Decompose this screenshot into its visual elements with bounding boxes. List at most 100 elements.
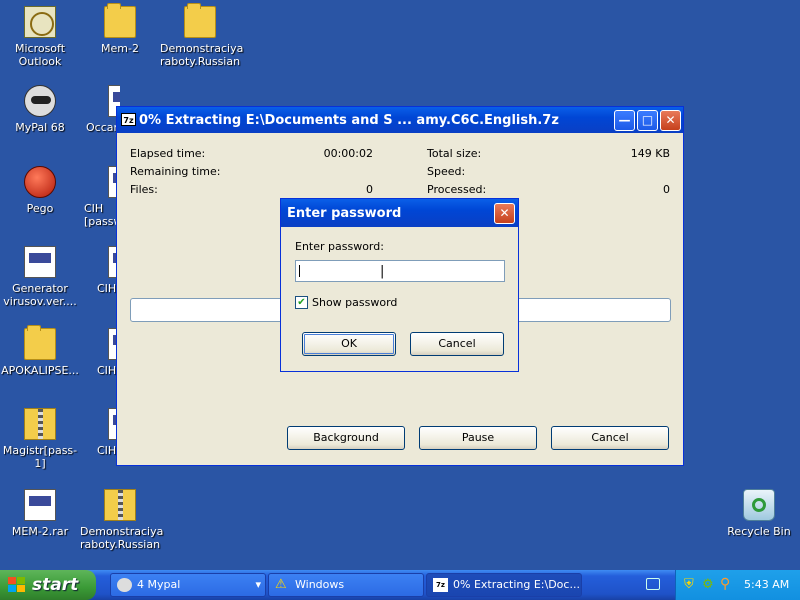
desktop-icon-label: Recycle Bin	[727, 525, 791, 538]
remaining-time-label: Remaining time:	[130, 165, 221, 178]
total-size-label: Total size:	[427, 147, 482, 160]
maximize-icon: □	[641, 113, 654, 127]
password-input[interactable]: |	[295, 260, 505, 282]
taskbar-item-label: 0% Extracting E:\Doc...	[453, 578, 580, 591]
elapsed-time-label: Elapsed time:	[130, 147, 206, 160]
password-dialog: Enter password ✕ Enter password: | ✔ Sho…	[280, 198, 519, 372]
close-button[interactable]: ✕	[660, 110, 681, 131]
desktop: Microsoft Outlook Mem-2 Demonstraciya ra…	[0, 0, 800, 570]
desktop-icon-label: Microsoft Outlook	[14, 42, 66, 68]
ok-button[interactable]: OK	[302, 332, 396, 356]
windows-flag-icon	[8, 577, 26, 593]
keyboard-icon[interactable]	[646, 578, 660, 590]
start-button[interactable]: start	[0, 570, 96, 600]
mypal-raccoon-icon	[24, 85, 56, 117]
desktop-icon-label: Magistr[pass-1]	[2, 444, 78, 470]
taskbar-item-label: Windows	[295, 578, 345, 591]
window-title: 0% Extracting E:\Documents and S ... amy…	[139, 113, 559, 128]
pego-icon	[24, 166, 56, 198]
background-button[interactable]: Background	[287, 426, 405, 450]
recycle-bin-icon	[743, 489, 775, 521]
checkmark-icon: ✔	[297, 297, 306, 308]
show-password-checkbox[interactable]: ✔	[295, 296, 308, 309]
desktop-icon-label: CIH	[97, 444, 117, 457]
password-prompt-label: Enter password:	[295, 240, 384, 253]
desktop-icon-label: Demonstraciya raboty.Russian	[80, 525, 164, 551]
desktop-icon-apokalipse[interactable]: APOKALIPSE...	[0, 325, 80, 377]
speed-label: Speed:	[427, 165, 466, 178]
zip-folder-icon	[24, 408, 56, 440]
close-icon: ✕	[499, 206, 510, 220]
desktop-icon-cih-pass[interactable]: CIH [passw	[80, 166, 118, 228]
desktop-icon-recycle-bin[interactable]: Recycle Bin	[719, 489, 799, 538]
dialog-cancel-button[interactable]: Cancel	[410, 332, 504, 356]
desktop-icon-magistr[interactable]: Magistr[pass-1]	[0, 408, 80, 470]
pause-button[interactable]: Pause	[419, 426, 537, 450]
security-shield-icon[interactable]: ⛨	[684, 577, 694, 592]
search-icon[interactable]: ⚲	[720, 576, 730, 592]
taskbar-item-mypal[interactable]: 4 Mypal ▾	[110, 573, 266, 597]
processed-label: Processed:	[427, 183, 487, 196]
system-tray: ⛨ ⚙ ⚲ 5:43 AM	[675, 570, 800, 600]
taskbar-item-extracting[interactable]: 7z 0% Extracting E:\Doc...	[426, 573, 582, 597]
password-dialog-titlebar[interactable]: Enter password ✕	[281, 199, 518, 227]
desktop-icon-demonstraciya-folder[interactable]: Demonstraciya raboty.Russian	[160, 3, 244, 68]
desktop-icon-cih-2[interactable]: CIH	[80, 328, 118, 377]
clock[interactable]: 5:43 AM	[744, 578, 789, 591]
desktop-icon-cih-3[interactable]: CIH	[80, 408, 118, 457]
taskbar: start 4 Mypal ▾ ⚠ Windows 7z 0% Extracti…	[0, 570, 800, 600]
zip-folder-icon	[104, 489, 136, 521]
elapsed-time-value: 00:00:02	[323, 147, 373, 160]
minimize-icon: —	[618, 113, 631, 127]
desktop-icon-demonstraciya-zip[interactable]: Demonstraciya raboty.Russian	[80, 489, 164, 551]
cancel-extract-button[interactable]: Cancel	[551, 426, 669, 450]
desktop-icon-label: Pego	[26, 202, 54, 215]
desktop-icon-label: MyPal 68	[15, 121, 65, 134]
desktop-icon-label: CIH [passw	[84, 202, 118, 228]
taskbar-item-label: 4 Mypal	[137, 578, 181, 591]
text-caret	[299, 265, 300, 277]
ibeam-cursor-icon: |	[380, 264, 385, 279]
processed-value: 0	[663, 183, 670, 196]
desktop-icon-label: APOKALIPSE...	[1, 364, 79, 377]
mypal-raccoon-icon	[117, 578, 132, 592]
taskbar-item-windows[interactable]: ⚠ Windows	[268, 573, 424, 597]
network-icon[interactable]: ⚙	[702, 577, 714, 592]
desktop-icon-label: Generator virusov.ver....	[3, 282, 77, 308]
desktop-icon-label: CIH	[97, 364, 117, 377]
chevron-down-icon: ▾	[255, 578, 261, 591]
desktop-icon-label: Occan	[86, 121, 120, 134]
folder-icon	[24, 325, 56, 360]
desktop-icon-label: CIH	[97, 282, 117, 295]
total-size-value: 149 KB	[630, 147, 670, 160]
start-label: start	[32, 575, 79, 595]
outlook-icon	[24, 6, 56, 38]
close-icon: ✕	[665, 113, 676, 127]
desktop-icon-mypal-68[interactable]: MyPal 68	[0, 85, 80, 134]
desktop-icon-mem-2-rar[interactable]: MEM-2.rar	[0, 489, 80, 538]
desktop-icon-microsoft-outlook[interactable]: Microsoft Outlook	[0, 6, 80, 68]
files-value: 0	[366, 183, 373, 196]
maximize-button[interactable]: □	[637, 110, 658, 131]
rar-document-icon	[24, 489, 56, 521]
desktop-icon-mem-2[interactable]: Mem-2	[80, 3, 160, 55]
warning-icon: ⚠	[275, 577, 287, 592]
7zip-icon: 7z	[433, 578, 448, 592]
folder-icon	[104, 3, 136, 38]
desktop-icon-label: MEM-2.rar	[11, 525, 69, 538]
document-icon	[24, 246, 56, 278]
dialog-close-button[interactable]: ✕	[494, 203, 515, 224]
desktop-icon-pego[interactable]: Pego	[0, 166, 80, 215]
show-password-label[interactable]: Show password	[312, 296, 397, 309]
desktop-icon-generator-virusov[interactable]: Generator virusov.ver....	[0, 246, 80, 308]
dialog-title: Enter password	[287, 206, 402, 221]
desktop-icon-occan[interactable]: Occan	[80, 85, 120, 134]
7zip-icon: 7z	[121, 113, 136, 126]
files-label: Files:	[130, 183, 158, 196]
minimize-button[interactable]: —	[614, 110, 635, 131]
extract-window-titlebar[interactable]: 7z 0% Extracting E:\Documents and S ... …	[117, 107, 683, 133]
desktop-icon-label: Mem-2	[101, 42, 139, 55]
desktop-icon-label: Demonstraciya raboty.Russian	[160, 42, 244, 68]
desktop-icon-cih-1[interactable]: CIH	[80, 246, 118, 295]
folder-icon	[184, 3, 216, 38]
